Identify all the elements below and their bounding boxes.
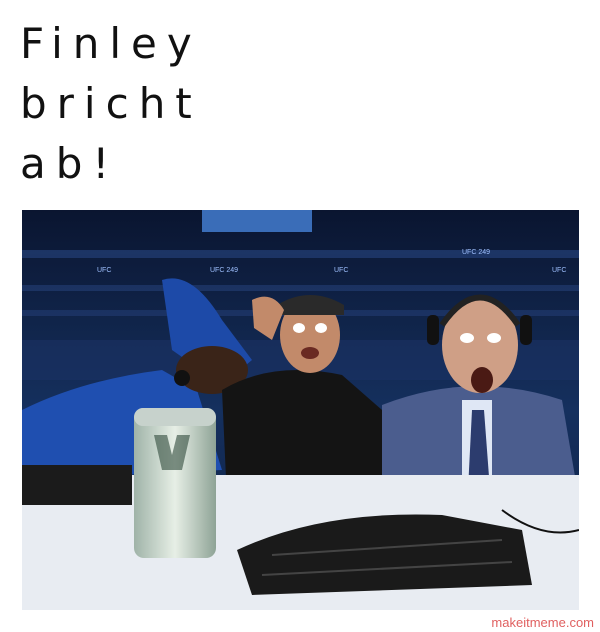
arena-screen xyxy=(202,210,312,232)
drink-can xyxy=(134,408,216,558)
caption-line-3: ab! xyxy=(20,139,120,188)
arena-sign: UFC 249 xyxy=(210,267,238,274)
meme-caption: Finley bricht ab! xyxy=(20,14,202,194)
arena-sign: UFC xyxy=(552,267,566,274)
caption-line-1: Finley xyxy=(20,19,202,68)
arena-sign: UFC xyxy=(334,267,348,274)
table-monitor xyxy=(22,465,132,505)
watermark: makeitmeme.com xyxy=(491,615,594,630)
caption-line-2: bricht xyxy=(20,79,202,128)
meme-photo: UFC UFC 249 UFC UFC 249 UFC xyxy=(22,210,579,610)
photo-illustration: UFC UFC 249 UFC UFC 249 UFC xyxy=(22,210,579,610)
arena-sign: UFC xyxy=(97,267,111,274)
arena-sign: UFC 249 xyxy=(462,249,490,256)
